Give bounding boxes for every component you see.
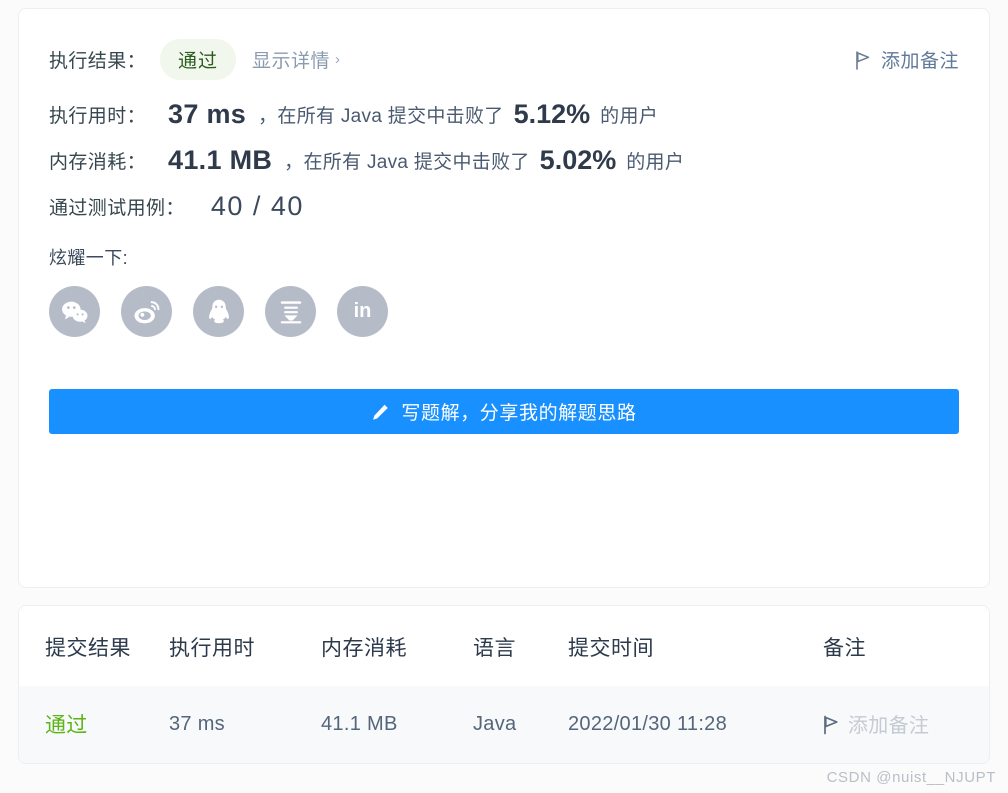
- cell-memory: 41.1 MB: [321, 686, 473, 763]
- result-card: 执行结果： 通过 显示详情 › 添加备注 执行用时： 37 ms ，在所有 Ja…: [18, 8, 990, 588]
- testcases-row: 通过测试用例： 40 / 40: [49, 186, 959, 226]
- execution-result-row: 执行结果： 通过 显示详情 › 添加备注: [49, 39, 959, 80]
- flag-icon: [855, 51, 871, 70]
- status-badge: 通过: [160, 39, 237, 80]
- header-language: 语言: [473, 637, 516, 660]
- runtime-percentile: 5.12%: [513, 98, 591, 129]
- memory-value: 41.1 MB: [168, 144, 273, 175]
- runtime-label: 执行用时：: [49, 105, 147, 127]
- submission-result-page: 执行结果： 通过 显示详情 › 添加备注 执行用时： 37 ms ，在所有 Ja…: [0, 0, 1008, 793]
- show-detail-link[interactable]: 显示详情 ›: [252, 46, 341, 73]
- douban-icon[interactable]: [265, 286, 316, 337]
- write-solution-label: 写题解，分享我的解题思路: [401, 403, 637, 424]
- header-result: 提交结果: [45, 637, 131, 660]
- memory-row: 内存消耗： 41.1 MB ，在所有 Java 提交中击败了 5.02% 的用户: [49, 140, 959, 180]
- cell-note-container: 添加备注: [823, 686, 989, 763]
- runtime-value: 37 ms: [168, 98, 247, 129]
- memory-percentile: 5.02%: [539, 144, 617, 175]
- share-label: 炫耀一下:: [49, 248, 129, 268]
- pencil-icon: [371, 403, 390, 422]
- submissions-table-body: 通过 37 ms 41.1 MB Java 2022/01/30 11:28 添…: [19, 686, 989, 763]
- qq-icon[interactable]: [193, 286, 244, 337]
- execution-result-label: 执行结果：: [49, 51, 147, 72]
- cell-time: 2022/01/30 11:28: [568, 686, 823, 763]
- runtime-suffix-text: 的用户: [600, 105, 659, 127]
- weibo-icon[interactable]: [121, 286, 172, 337]
- table-row[interactable]: 通过 37 ms 41.1 MB Java 2022/01/30 11:28 添…: [19, 686, 989, 763]
- memory-label: 内存消耗：: [49, 151, 147, 173]
- memory-comparison-text: ，在所有 Java 提交中击败了: [284, 151, 530, 173]
- row-add-note-label: 添加备注: [848, 715, 930, 737]
- chevron-right-icon: ›: [335, 51, 341, 68]
- watermark: CSDN @nuist__NJUPT: [826, 769, 996, 786]
- table-header-row: 提交结果 执行用时 内存消耗 语言 提交时间 备注: [19, 606, 989, 686]
- runtime-row: 执行用时： 37 ms ，在所有 Java 提交中击败了 5.12% 的用户: [49, 94, 959, 134]
- status-pass-label[interactable]: 通过: [45, 714, 88, 737]
- wechat-icon[interactable]: [49, 286, 100, 337]
- row-add-note-button[interactable]: 添加备注: [823, 709, 929, 738]
- testcases-value: 40 / 40: [210, 190, 304, 221]
- header-note: 备注: [823, 637, 866, 660]
- add-note-label: 添加备注: [880, 51, 959, 72]
- memory-suffix-text: 的用户: [626, 151, 685, 173]
- show-detail-label: 显示详情: [252, 51, 331, 72]
- add-note-button[interactable]: 添加备注: [855, 46, 959, 73]
- submissions-table: 提交结果 执行用时 内存消耗 语言 提交时间 备注 通过 37 ms 41.1 …: [19, 606, 989, 763]
- share-icon-list: in: [49, 286, 959, 337]
- runtime-comparison-text: ，在所有 Java 提交中击败了: [258, 105, 504, 127]
- header-runtime: 执行用时: [169, 637, 255, 660]
- write-solution-button[interactable]: 写题解，分享我的解题思路: [49, 389, 959, 434]
- cell-runtime: 37 ms: [169, 686, 321, 763]
- submissions-table-head: 提交结果 执行用时 内存消耗 语言 提交时间 备注: [19, 606, 989, 686]
- flag-icon: [823, 715, 839, 735]
- submissions-table-card: 提交结果 执行用时 内存消耗 语言 提交时间 备注 通过 37 ms 41.1 …: [18, 605, 990, 764]
- testcases-label: 通过测试用例：: [49, 197, 185, 219]
- cell-language: Java: [473, 686, 568, 763]
- header-memory: 内存消耗: [321, 637, 407, 660]
- linkedin-icon[interactable]: in: [337, 286, 388, 337]
- header-time: 提交时间: [568, 637, 654, 660]
- cell-status: 通过: [19, 686, 169, 763]
- linkedin-label: in: [353, 300, 372, 322]
